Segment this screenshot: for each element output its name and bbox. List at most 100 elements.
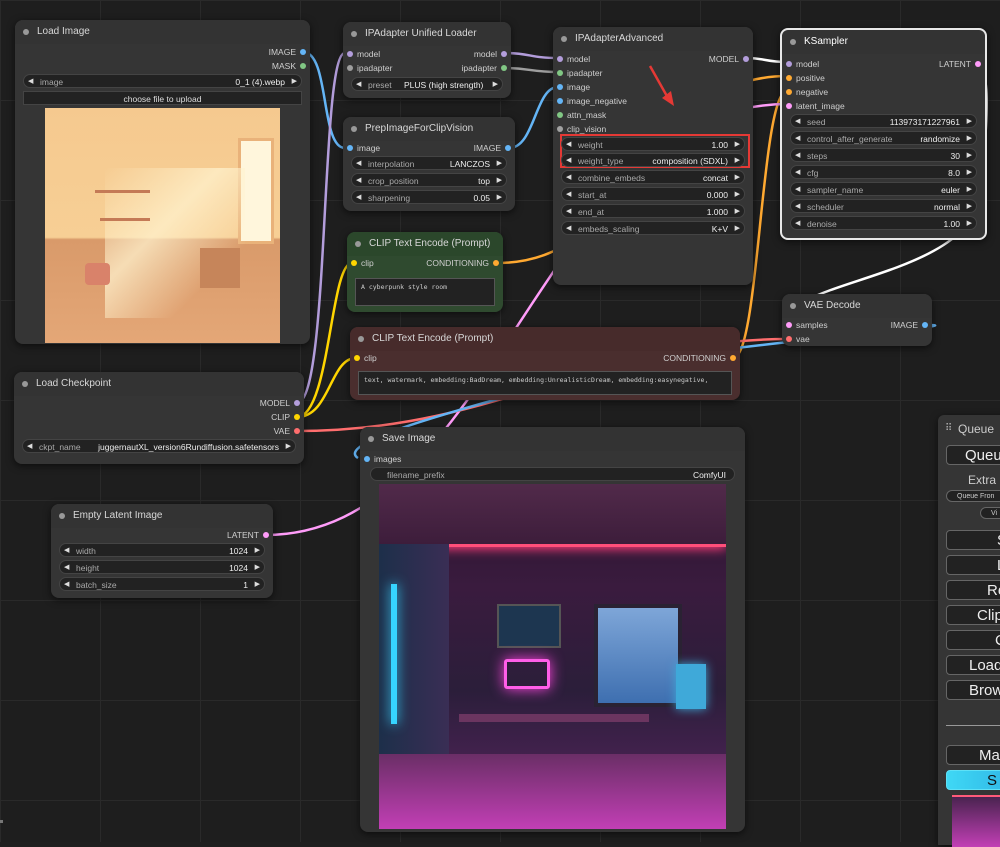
arrow-left-icon[interactable]: ◀ <box>27 440 32 454</box>
collapse-dot-icon[interactable] <box>368 436 374 442</box>
preset-select[interactable]: ◀ preset PLUS (high strength) ▶ <box>351 77 503 91</box>
latent-pin-icon[interactable] <box>786 322 792 328</box>
arrow-right-icon[interactable]: ▶ <box>735 154 740 168</box>
arrow-left-icon[interactable]: ◀ <box>64 578 69 592</box>
input-vae[interactable]: vae <box>782 332 810 346</box>
conditioning-pin-icon[interactable] <box>786 75 792 81</box>
node-title-bar[interactable]: KSampler <box>782 30 985 54</box>
clip-text-encode-positive-node[interactable]: CLIP Text Encode (Prompt) clip CONDITION… <box>347 232 503 312</box>
filename-prefix-input[interactable]: filename_prefix ComfyUI <box>370 467 735 481</box>
weight-type-select[interactable]: ◀ weight_type composition (SDXL) ▶ <box>561 153 745 167</box>
queue-prompt-button[interactable]: Queue <box>946 445 1000 465</box>
upload-button[interactable]: choose file to upload <box>23 91 302 105</box>
arrow-left-icon[interactable]: ◀ <box>795 149 800 163</box>
collapse-dot-icon[interactable] <box>351 126 357 132</box>
latent-pin-icon[interactable] <box>263 532 269 538</box>
sampler-name-select[interactable]: ◀ sampler_name euler ▶ <box>790 182 977 196</box>
input-image-negative[interactable]: image_negative <box>553 94 627 108</box>
node-title-bar[interactable]: CLIP Text Encode (Prompt) <box>350 327 740 351</box>
arrow-right-icon[interactable]: ▶ <box>967 132 972 146</box>
node-title-bar[interactable]: Load Checkpoint <box>14 372 304 396</box>
model-pin-icon[interactable] <box>786 61 792 67</box>
model-pin-icon[interactable] <box>294 400 300 406</box>
collapse-dot-icon[interactable] <box>790 303 796 309</box>
mask-pin-icon[interactable] <box>300 63 306 69</box>
input-positive[interactable]: positive <box>782 71 825 85</box>
input-model[interactable]: model <box>782 57 819 71</box>
load-default-button[interactable]: Load <box>946 655 1000 675</box>
load-checkpoint-node[interactable]: Load Checkpoint MODEL CLIP VAE ◀ ckpt_nam… <box>14 372 304 464</box>
arrow-left-icon[interactable]: ◀ <box>795 132 800 146</box>
view-queue-button[interactable]: Vi <box>980 507 1000 519</box>
empty-latent-image-node[interactable]: Empty Latent Image LATENT ◀ width 1024 ▶ ◀ h… <box>51 504 273 598</box>
load-image-node[interactable]: Load Image IMAGE MASK ◀ image 0_1 (4).webp… <box>15 20 310 344</box>
output-model[interactable]: MODEL <box>260 396 304 410</box>
prep-image-node[interactable]: PrepImageForClipVision image IMAGE ◀ inte… <box>343 117 515 211</box>
cfg-input[interactable]: ◀ cfg 8.0 ▶ <box>790 165 977 179</box>
arrow-left-icon[interactable]: ◀ <box>795 200 800 214</box>
output-latent[interactable]: LATENT <box>227 528 273 542</box>
arrow-right-icon[interactable]: ▶ <box>735 171 740 185</box>
arrow-left-icon[interactable]: ◀ <box>64 561 69 575</box>
arrow-left-icon[interactable]: ◀ <box>356 191 361 205</box>
output-conditioning[interactable]: CONDITIONING <box>426 256 503 270</box>
input-model[interactable]: model <box>553 52 590 66</box>
arrow-left-icon[interactable]: ◀ <box>566 222 571 236</box>
browse-templates-button[interactable]: Brow <box>946 680 1000 700</box>
arrow-left-icon[interactable]: ◀ <box>566 171 571 185</box>
embeds-scaling-select[interactable]: ◀ embeds_scaling K+V ▶ <box>561 221 745 235</box>
ipadapter-pin-icon[interactable] <box>347 65 353 71</box>
arrow-left-icon[interactable]: ◀ <box>566 154 571 168</box>
output-mask[interactable]: MASK <box>272 59 310 73</box>
arrow-left-icon[interactable]: ◀ <box>566 205 571 219</box>
input-clip[interactable]: clip <box>347 256 374 270</box>
arrow-left-icon[interactable]: ◀ <box>28 75 33 89</box>
node-title-bar[interactable]: VAE Decode <box>782 294 932 318</box>
batch-size-input[interactable]: ◀ batch_size 1 ▶ <box>59 577 265 591</box>
arrow-left-icon[interactable]: ◀ <box>356 157 361 171</box>
refresh-button[interactable]: Re <box>946 580 1000 600</box>
scheduler-select[interactable]: ◀ scheduler normal ▶ <box>790 199 977 213</box>
clip-pin-icon[interactable] <box>294 414 300 420</box>
arrow-right-icon[interactable]: ▶ <box>735 188 740 202</box>
input-ipadapter[interactable]: ipadapter <box>553 66 602 80</box>
prompt-text-area[interactable]: A cyberpunk style room <box>355 278 495 306</box>
clip-text-encode-negative-node[interactable]: CLIP Text Encode (Prompt) clip CONDITION… <box>350 327 740 400</box>
model-pin-icon[interactable] <box>557 56 563 62</box>
arrow-left-icon[interactable]: ◀ <box>356 174 361 188</box>
arrow-right-icon[interactable]: ▶ <box>255 578 260 592</box>
arrow-right-icon[interactable]: ▶ <box>735 138 740 152</box>
collapse-dot-icon[interactable] <box>23 29 29 35</box>
crop-position-select[interactable]: ◀ crop_position top ▶ <box>351 173 507 187</box>
input-latent-image[interactable]: latent_image <box>782 99 845 113</box>
interpolation-select[interactable]: ◀ interpolation LANCZOS ▶ <box>351 156 507 170</box>
conditioning-pin-icon[interactable] <box>493 260 499 266</box>
arrow-right-icon[interactable]: ▶ <box>967 166 972 180</box>
output-image[interactable]: IMAGE <box>269 45 310 59</box>
collapse-dot-icon[interactable] <box>358 336 364 342</box>
image-pin-icon[interactable] <box>557 98 563 104</box>
arrow-right-icon[interactable]: ▶ <box>292 75 297 89</box>
arrow-right-icon[interactable]: ▶ <box>967 200 972 214</box>
arrow-left-icon[interactable]: ◀ <box>566 138 571 152</box>
node-title-bar[interactable]: IPAdapterAdvanced <box>553 27 753 51</box>
image-pin-icon[interactable] <box>300 49 306 55</box>
load-button[interactable]: L <box>946 555 1000 575</box>
ckpt-name-select[interactable]: ◀ ckpt_name juggernautXL_version6Rundiffus… <box>22 439 296 453</box>
model-pin-icon[interactable] <box>347 51 353 57</box>
node-title-bar[interactable]: Save Image <box>360 427 745 451</box>
arrow-right-icon[interactable]: ▶ <box>255 561 260 575</box>
image-pin-icon[interactable] <box>557 84 563 90</box>
height-input[interactable]: ◀ height 1024 ▶ <box>59 560 265 574</box>
ipadapter-loader-node[interactable]: IPAdapter Unified Loader model ipadapter… <box>343 22 511 98</box>
output-ipadapter[interactable]: ipadapter <box>462 61 511 75</box>
clip-pin-icon[interactable] <box>351 260 357 266</box>
output-model[interactable]: model <box>474 47 511 61</box>
end-at-input[interactable]: ◀ end_at 1.000 ▶ <box>561 204 745 218</box>
arrow-right-icon[interactable]: ▶ <box>735 222 740 236</box>
output-image[interactable]: IMAGE <box>474 141 515 155</box>
weight-input[interactable]: ◀ weight 1.00 ▶ <box>561 137 745 151</box>
queue-front-button[interactable]: Queue Fron <box>946 490 1000 502</box>
node-title-bar[interactable]: CLIP Text Encode (Prompt) <box>347 232 503 256</box>
arrow-left-icon[interactable]: ◀ <box>795 115 800 129</box>
